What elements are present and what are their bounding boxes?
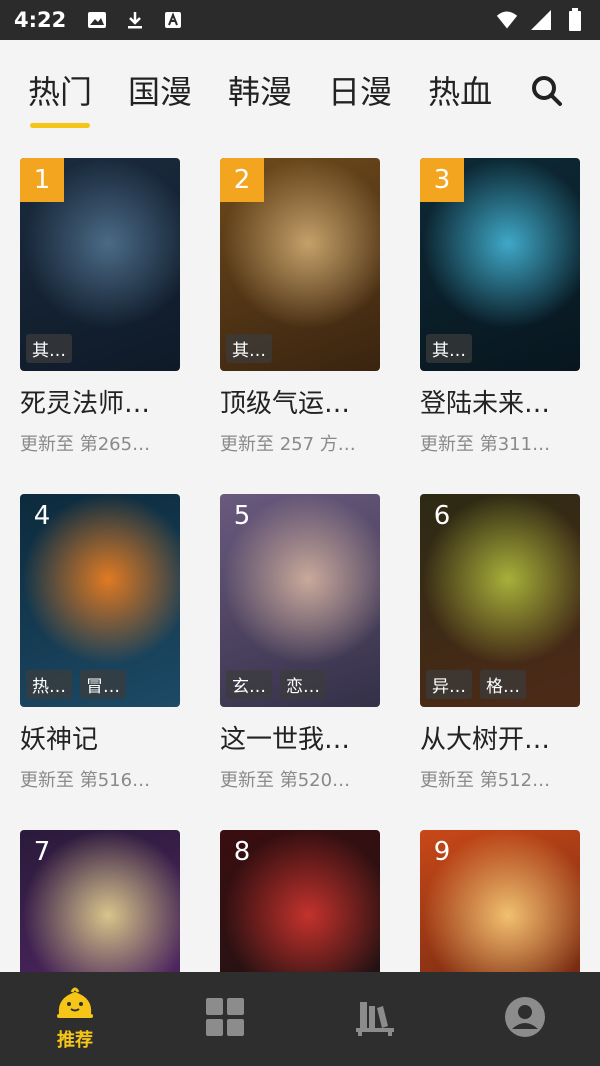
- search-icon[interactable]: [530, 74, 564, 108]
- genre-tags: 其…: [226, 334, 272, 363]
- comic-card[interactable]: 5 玄… 恋… 这一世我… 更新至 第520…: [220, 494, 380, 792]
- nav-recommend[interactable]: 推荐: [0, 972, 150, 1066]
- rank-badge: 3: [420, 158, 464, 202]
- rank-badge: 2: [220, 158, 264, 202]
- tab-riman[interactable]: 日漫: [328, 60, 392, 120]
- nav-bookshelf[interactable]: [300, 972, 450, 1066]
- genre-tag: 其…: [26, 334, 72, 363]
- genre-tag: 格…: [480, 670, 526, 699]
- comic-row: 1 其… 死灵法师… 更新至 第265… 2 其… 顶级气运… 更新至 257 方… 3 其… 登陆…: [20, 158, 580, 456]
- genre-tags: 热… 冒…: [26, 670, 126, 699]
- genre-tag: 热…: [26, 670, 72, 699]
- signal-icon: [530, 9, 552, 31]
- update-status: 更新至 第512…: [420, 770, 551, 791]
- category-tabs: 热门 国漫 韩漫 日漫 热血: [0, 40, 600, 140]
- genre-tag: 恋…: [280, 670, 326, 699]
- genre-tag: 异…: [426, 670, 472, 699]
- comic-card[interactable]: 2 其… 顶级气运… 更新至 257 方…: [220, 158, 380, 456]
- comic-cover[interactable]: 6 异… 格…: [420, 494, 580, 707]
- rank-badge: 8: [233, 837, 251, 867]
- comic-title[interactable]: 登陆未来…: [420, 383, 580, 420]
- wifi-icon: [496, 9, 518, 31]
- rank-badge: 7: [33, 837, 51, 867]
- comic-title[interactable]: 从大树开…: [420, 719, 580, 756]
- bun-icon: [55, 986, 95, 1024]
- rank-badge: 4: [33, 501, 51, 531]
- update-status: 更新至 第516…: [20, 770, 151, 791]
- image-icon: [86, 9, 108, 31]
- update-status: 更新至 第520…: [220, 770, 351, 791]
- status-time: 4:22: [14, 8, 67, 32]
- genre-tags: 其…: [26, 334, 72, 363]
- comic-cover[interactable]: 5 玄… 恋…: [220, 494, 380, 707]
- comic-row: 4 热… 冒… 妖神记更新至 第516… 5 玄… 恋… 这一世我… 更新至 第520… 6 异… 格…: [20, 494, 580, 792]
- genre-tags: 玄… 恋…: [226, 670, 326, 699]
- tab-hanman[interactable]: 韩漫: [228, 60, 292, 120]
- bookshelf-icon: [354, 996, 396, 1042]
- genre-tags: 其…: [426, 334, 472, 363]
- genre-tag: 其…: [226, 334, 272, 363]
- comic-title[interactable]: 妖神记: [20, 719, 180, 756]
- comic-grid: 1 其… 死灵法师… 更新至 第265… 2 其… 顶级气运… 更新至 257 方… 3 其… 登陆…: [20, 158, 580, 1066]
- genre-tag: 其…: [426, 334, 472, 363]
- comic-title[interactable]: 这一世我…: [220, 719, 380, 756]
- battery-icon: [564, 8, 586, 31]
- comic-card[interactable]: 3 其… 登陆未来… 更新至 第311…: [420, 158, 580, 456]
- comic-title[interactable]: 死灵法师…: [20, 383, 180, 420]
- user-icon: [504, 996, 546, 1042]
- update-status: 更新至 257 方…: [220, 434, 356, 455]
- nav-category[interactable]: [150, 972, 300, 1066]
- nav-profile[interactable]: [450, 972, 600, 1066]
- tab-hot[interactable]: 热门: [28, 60, 92, 128]
- a-icon: [162, 9, 184, 31]
- nav-recommend-label: 推荐: [57, 1030, 93, 1051]
- genre-tag: 冒…: [80, 670, 126, 699]
- rank-badge: 1: [20, 158, 64, 202]
- download-icon: [124, 9, 146, 31]
- comic-card[interactable]: 6 异… 格… 从大树开… 更新至 第512…: [420, 494, 580, 792]
- comic-cover[interactable]: 2 其…: [220, 158, 380, 371]
- rank-badge: 5: [233, 501, 251, 531]
- comic-card[interactable]: 4 热… 冒… 妖神记更新至 第516…: [20, 494, 180, 792]
- update-status: 更新至 第265…: [20, 434, 151, 455]
- comic-cover[interactable]: 4 热… 冒…: [20, 494, 180, 707]
- grid-icon: [204, 996, 246, 1042]
- rank-badge: 9: [433, 837, 451, 867]
- tab-guoman[interactable]: 国漫: [128, 60, 192, 120]
- comic-card[interactable]: 1 其… 死灵法师… 更新至 第265…: [20, 158, 180, 456]
- genre-tags: 异… 格…: [426, 670, 526, 699]
- tab-rexue[interactable]: 热血: [428, 60, 492, 120]
- bottom-nav: 推荐: [0, 972, 600, 1066]
- rank-badge: 6: [433, 501, 451, 531]
- genre-tag: 玄…: [226, 670, 272, 699]
- comic-cover[interactable]: 3 其…: [420, 158, 580, 371]
- comic-title[interactable]: 顶级气运…: [220, 383, 380, 420]
- comic-cover[interactable]: 1 其…: [20, 158, 180, 371]
- status-bar: 4:22: [0, 0, 600, 40]
- update-status: 更新至 第311…: [420, 434, 551, 455]
